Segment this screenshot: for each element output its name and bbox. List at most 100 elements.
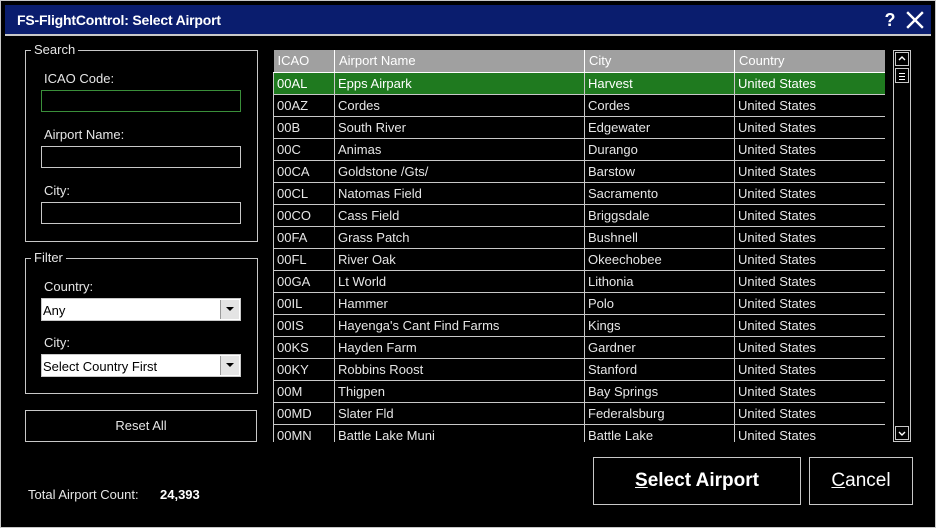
cell-icao: 00FL [273, 248, 335, 271]
cell-city: Gardner [584, 336, 735, 359]
dropdown-button[interactable] [220, 300, 239, 319]
help-button[interactable]: ? [880, 9, 900, 31]
cell-airport-name: Grass Patch [334, 226, 585, 249]
cell-country: United States [734, 226, 885, 249]
table-row[interactable]: 00IS Hayenga's Cant Find Farms Kings United… [273, 314, 885, 337]
icao-code-input[interactable] [41, 90, 241, 112]
cell-airport-name: Slater Fld [334, 402, 585, 425]
city-dropdown[interactable]: Select Country First [41, 354, 241, 377]
airport-table: ICAO Airport Name City Country 00AL Epps … [273, 50, 885, 442]
cell-city: Kings [584, 314, 735, 337]
country-dropdown-value: Any [43, 303, 66, 318]
cell-city: Durango [584, 138, 735, 161]
table-row[interactable]: 00FL River Oak Okeechobee United States [273, 248, 885, 271]
cell-icao: 00CL [273, 182, 335, 205]
cell-icao: 00GA [273, 270, 335, 293]
cell-city: Barstow [584, 160, 735, 183]
cell-airport-name: South River [334, 116, 585, 139]
cell-airport-name: Cordes [334, 94, 585, 117]
column-header-airport-name[interactable]: Airport Name [334, 50, 585, 73]
table-row[interactable]: 00CA Goldstone /Gts/Barstow United States [273, 160, 885, 183]
cell-airport-name: Goldstone /Gts/ [334, 160, 585, 183]
cell-icao: 00MD [273, 402, 335, 425]
select-airport-window: FS-FlightControl: Select Airport ? Searc… [0, 0, 936, 528]
table-row[interactable]: 00AL Epps Airpark Harvest United States [273, 72, 885, 95]
cell-icao: 00KY [273, 358, 335, 381]
cell-airport-name: Thigpen [334, 380, 585, 403]
scroll-thumb[interactable] [895, 68, 909, 83]
table-row[interactable]: 00MD Slater Fld Federalsburg United States [273, 402, 885, 425]
cell-icao: 00FA [273, 226, 335, 249]
cell-icao: 00CO [273, 204, 335, 227]
column-header-city[interactable]: City [584, 50, 735, 73]
country-label: Country: [44, 279, 94, 294]
city-label: City: [44, 183, 70, 198]
table-row[interactable]: 00MN Battle Lake Muni Battle Lake United St… [273, 424, 885, 442]
table-row[interactable]: 00CL Natomas Field Sacramento United States [273, 182, 885, 205]
cell-city: Federalsburg [584, 402, 735, 425]
table-row[interactable]: 00CO Cass Field Briggsdale United States [273, 204, 885, 227]
cell-icao: 00IS [273, 314, 335, 337]
scroll-down-button[interactable] [895, 426, 909, 440]
cell-country: United States [734, 270, 885, 293]
cell-city: Edgewater [584, 116, 735, 139]
total-airport-count-label: Total Airport Count: [28, 487, 139, 502]
cancel-button[interactable]: Cancel [809, 457, 913, 505]
cell-city: Bay Springs [584, 380, 735, 403]
cell-icao: 00KS [273, 336, 335, 359]
cell-airport-name: Animas [334, 138, 585, 161]
table-row[interactable]: 00KY Robbins Roost Stanford United States [273, 358, 885, 381]
country-dropdown[interactable]: Any [41, 298, 241, 321]
chevron-down-icon [898, 431, 906, 436]
table-row[interactable]: 00AZ Cordes Cordes United States [273, 94, 885, 117]
scroll-up-button[interactable] [895, 52, 909, 66]
city-dropdown-value: Select Country First [43, 359, 158, 374]
cell-airport-name: Cass Field [334, 204, 585, 227]
cell-airport-name: Hammer [334, 292, 585, 315]
city-input[interactable] [41, 202, 241, 224]
select-mnemonic: S [635, 470, 648, 491]
cell-city: Briggsdale [584, 204, 735, 227]
window-title: FS-FlightControl: Select Airport [17, 12, 221, 28]
reset-all-button[interactable]: Reset All [25, 410, 257, 442]
table-row[interactable]: 00IL Hammer Polo United States [273, 292, 885, 315]
cell-airport-name: River Oak [334, 248, 585, 271]
cell-country: United States [734, 424, 885, 442]
airport-name-input[interactable] [41, 146, 241, 168]
table-row[interactable]: 00FA Grass Patch Bushnell United States [273, 226, 885, 249]
filter-group: Filter Country: Any City: Select Country… [25, 250, 258, 394]
cell-city: Polo [584, 292, 735, 315]
table-row[interactable]: 00C Animas Durango United States [273, 138, 885, 161]
table-row[interactable]: 00GA Lt World Lithonia United States [273, 270, 885, 293]
cell-airport-name: Epps Airpark [334, 72, 585, 95]
airport-name-label: Airport Name: [44, 127, 125, 142]
table-row[interactable]: 00B South River Edgewater United States [273, 116, 885, 139]
close-button[interactable] [904, 9, 926, 31]
cell-airport-name: Natomas Field [334, 182, 585, 205]
cell-icao: 00M [273, 380, 335, 403]
search-group: Search ICAO Code: Airport Name: City: [25, 42, 258, 242]
column-header-country[interactable]: Country [734, 50, 885, 73]
select-airport-button[interactable]: Select Airport [593, 457, 801, 505]
cell-city: Battle Lake [584, 424, 735, 442]
cell-city: Lithonia [584, 270, 735, 293]
total-airport-count-value: 24,393 [160, 487, 200, 502]
cell-country: United States [734, 314, 885, 337]
cell-airport-name: Hayden Farm [334, 336, 585, 359]
cell-city: Cordes [584, 94, 735, 117]
chevron-down-icon [226, 363, 234, 367]
cell-country: United States [734, 72, 885, 95]
cell-country: United States [734, 292, 885, 315]
cell-icao: 00IL [273, 292, 335, 315]
title-bar: FS-FlightControl: Select Airport ? [5, 5, 931, 36]
cell-airport-name: Battle Lake Muni [334, 424, 585, 442]
cell-country: United States [734, 94, 885, 117]
cell-country: United States [734, 116, 885, 139]
cell-city: Bushnell [584, 226, 735, 249]
table-scrollbar[interactable] [893, 50, 911, 442]
cell-icao: 00B [273, 116, 335, 139]
dropdown-button[interactable] [220, 356, 239, 375]
column-header-icao[interactable]: ICAO [273, 50, 335, 73]
table-row[interactable]: 00KS Hayden Farm Gardner United States [273, 336, 885, 359]
table-row[interactable]: 00M Thigpen Bay Springs United States [273, 380, 885, 403]
